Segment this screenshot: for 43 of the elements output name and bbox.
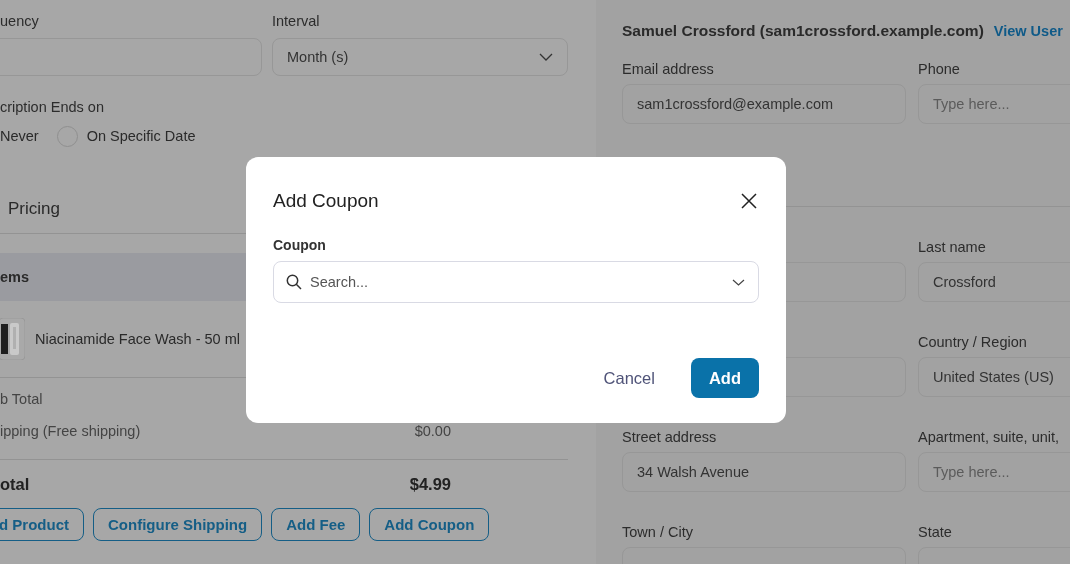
field-label: uency	[0, 12, 40, 30]
text-field[interactable]: sam1crossford@example.com	[622, 84, 906, 124]
radio-option[interactable]: On Specific Date	[56, 124, 196, 148]
field-label: Apartment, suite, unit,	[918, 428, 1061, 446]
total-value: $4.99	[409, 474, 451, 494]
field-label: Interval	[272, 12, 321, 30]
summary-value: $0.00	[414, 423, 451, 439]
field-label: Coupon	[273, 237, 327, 253]
search-icon	[286, 274, 302, 290]
chevron-down-icon	[732, 278, 745, 286]
outline-button[interactable]: Add Fee	[271, 508, 361, 541]
outline-button[interactable]: d Product	[0, 508, 84, 541]
outline-button[interactable]: Add Coupon	[369, 508, 490, 541]
text-field[interactable]: Type here...	[918, 452, 1070, 492]
column-header: ems	[0, 269, 30, 285]
field-label: Last name	[918, 238, 987, 256]
field-label: Phone	[918, 60, 961, 78]
coupon-select[interactable]: Search...	[273, 261, 759, 303]
total-label: otal	[0, 474, 30, 494]
add-button[interactable]: Add	[690, 358, 759, 398]
outline-button[interactable]: Configure Shipping	[93, 508, 263, 541]
section-title: Pricing	[8, 198, 60, 220]
field-label: Email address	[622, 60, 715, 78]
field-label: Town / City	[622, 523, 694, 541]
summary-label: ipping (Free shipping)	[0, 423, 141, 439]
summary-label: b Total	[0, 391, 43, 407]
view-user-link[interactable]: View User	[993, 23, 1063, 39]
field-label: Street address	[622, 428, 718, 446]
text-field[interactable]: Crossford	[918, 262, 1070, 302]
field-label: Country / Region	[918, 333, 1028, 351]
text-field[interactable]: United States (US)	[918, 357, 1070, 397]
field-label: cription Ends on	[0, 98, 105, 116]
chevron-down-icon	[539, 53, 553, 61]
interval-select[interactable]: Month (s)	[272, 38, 568, 76]
cancel-button[interactable]: Cancel	[603, 368, 655, 388]
field-label: State	[918, 523, 953, 541]
dialog-title: Add Coupon	[273, 190, 379, 212]
product-name: Niacinamide Face Wash - 50 ml	[35, 331, 240, 347]
radio-label: On Specific Date	[86, 128, 196, 144]
customer-name: Samuel Crossford (sam1crossford.example.com)	[622, 22, 984, 40]
text-field[interactable]: Type here...	[918, 84, 1070, 124]
close-icon[interactable]	[741, 193, 757, 209]
text-field[interactable]: 34 Walsh Avenue	[622, 452, 906, 492]
